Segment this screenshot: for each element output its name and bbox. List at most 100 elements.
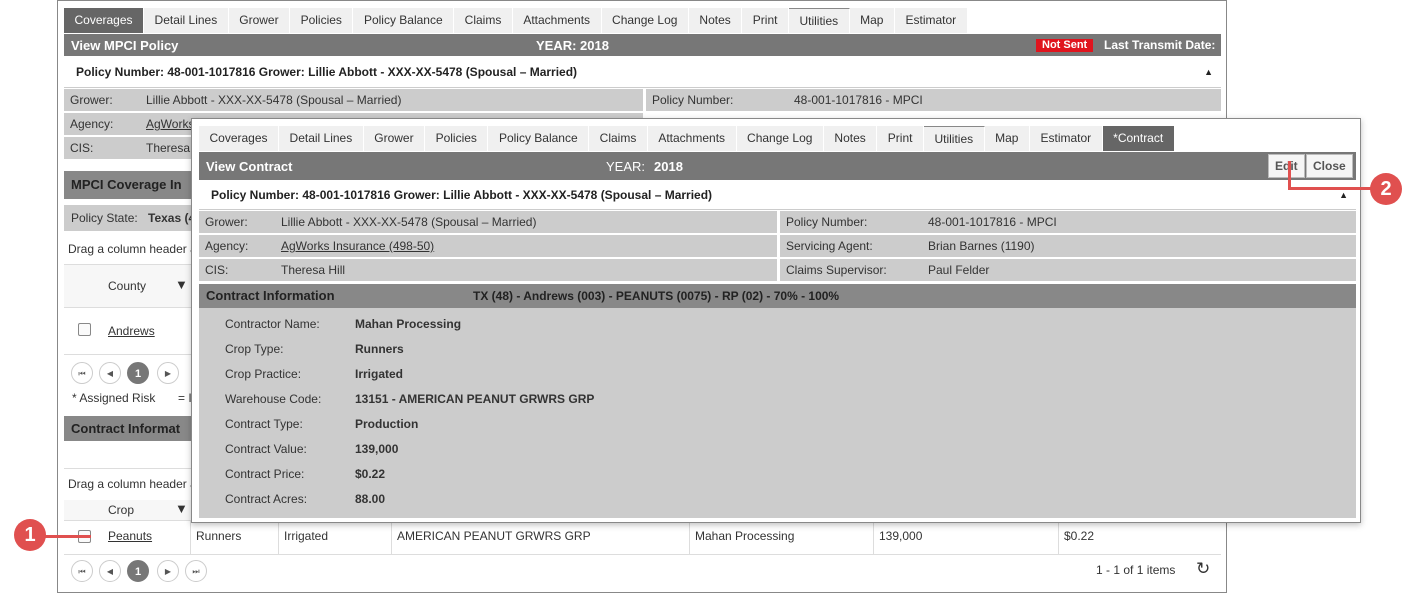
contract-field-label: Contractor Name: [225, 317, 320, 331]
back-tab-coverages[interactable]: Coverages [64, 8, 145, 33]
county-column-header[interactable]: County [108, 279, 146, 293]
back-tab-policies[interactable]: Policies [290, 8, 354, 33]
contract-page-title: View Contract [206, 159, 293, 174]
back-tab-map[interactable]: Map [849, 8, 895, 33]
contract-last-page-icon[interactable]: ⏭ [185, 560, 207, 582]
contract-field-label: Crop Type: [225, 342, 284, 356]
contractor-cell: Mahan Processing [695, 529, 795, 543]
front-tab-policy-balance[interactable]: Policy Balance [488, 126, 590, 151]
back-tab-grower[interactable]: Grower [228, 8, 291, 33]
contract-window: Coverages Detail Lines Grower Policies Polic… [191, 118, 1361, 523]
front-tab-grower[interactable]: Grower [363, 126, 426, 151]
row-checkbox[interactable] [78, 323, 91, 336]
front-tab-print[interactable]: Print [877, 126, 924, 151]
front-tab-estimator[interactable]: Estimator [1029, 126, 1103, 151]
front-tab-attachments[interactable]: Attachments [647, 126, 737, 151]
contract-year-value: 2018 [654, 159, 683, 174]
back-tab-utilities[interactable]: Utilities [788, 8, 850, 33]
contract-title-bar: View Contract YEAR: 2018 Edit Close [199, 152, 1356, 180]
front-tab-change-log[interactable]: Change Log [736, 126, 824, 151]
front-tab-coverages[interactable]: Coverages [199, 126, 280, 151]
grower-row: Grower: Lillie Abbott - XXX-XX-5478 (Spo… [64, 89, 643, 111]
warehouse-cell: AMERICAN PEANUT GRWRS GRP [397, 529, 591, 543]
back-tab-policy-balance[interactable]: Policy Balance [353, 8, 455, 33]
collapse-icon[interactable]: ▲ [1204, 57, 1213, 87]
callout-2-connector-vertical [1288, 161, 1291, 189]
close-button[interactable]: Close [1306, 154, 1353, 178]
contract-policy-number-label: Policy Number: [786, 215, 868, 229]
contract-info-summary: TX (48) - Andrews (003) - PEANUTS (0075)… [473, 289, 840, 303]
contract-cis-label: CIS: [205, 263, 229, 277]
status-badge: Not Sent [1036, 39, 1094, 52]
contract-price-cell: $0.22 [1064, 529, 1095, 543]
contract-field-value: 88.00 [355, 492, 386, 506]
policy-tab-bar: Coverages Detail Lines Grower Policies Polic… [64, 8, 968, 33]
front-tab-claims[interactable]: Claims [589, 126, 648, 151]
prev-page-icon[interactable]: ◀ [99, 362, 121, 384]
crop-column-header[interactable]: Crop [108, 503, 134, 517]
coverage-section-title: MPCI Coverage In [71, 177, 182, 192]
contract-agency-link[interactable]: AgWorks Insurance (498-50) [281, 235, 434, 257]
back-tab-notes[interactable]: Notes [688, 8, 743, 33]
contract-tab-bar: Coverages Detail Lines Grower Policies Polic… [199, 126, 1175, 151]
contract-next-page-icon[interactable]: ▶ [157, 560, 179, 582]
items-count: 1 - 1 of 1 items [1096, 563, 1176, 577]
crop-filter-icon[interactable]: ▼ [175, 501, 188, 516]
contract-year-label: YEAR: [606, 159, 646, 174]
callout-1-connector [45, 535, 91, 538]
front-tab-utilities[interactable]: Utilities [923, 126, 985, 151]
back-tab-change-log[interactable]: Change Log [601, 8, 689, 33]
front-tab-map[interactable]: Map [984, 126, 1030, 151]
next-page-icon[interactable]: ▶ [157, 362, 179, 384]
agency-link[interactable]: AgWorks [146, 113, 194, 135]
policy-summary-row: Policy Number: 48-001-1017816 Grower: Li… [64, 57, 1221, 88]
back-tab-print[interactable]: Print [742, 8, 789, 33]
back-tab-detail-lines[interactable]: Detail Lines [144, 8, 229, 33]
contract-first-page-icon[interactable]: ⏮ [71, 560, 93, 582]
contract-field-value: Production [355, 417, 419, 431]
contract-info-title: Contract Information [206, 288, 335, 303]
contract-field-label: Contract Type: [225, 417, 303, 431]
edit-button[interactable]: Edit [1268, 154, 1305, 178]
back-tab-claims[interactable]: Claims [454, 8, 513, 33]
grower-value: Lillie Abbott - XXX-XX-5478 (Spousal – M… [146, 93, 402, 107]
contract-info-body: Contractor Name: Mahan Processing Crop Typ… [199, 308, 1356, 518]
crop-link[interactable]: Peanuts [108, 520, 152, 553]
contract-value-cell: 139,000 [879, 529, 923, 543]
contract-section-title: Contract Informat [71, 421, 181, 436]
cis-label: CIS: [70, 141, 94, 155]
contract-page-1-button[interactable]: 1 [127, 560, 149, 582]
servicing-agent-row: Servicing Agent: Brian Barnes (1190) [780, 235, 1356, 257]
filter-icon[interactable]: ▼ [175, 277, 188, 292]
contract-policy-summary-text: Policy Number: 48-001-1017816 Grower: Li… [211, 188, 713, 202]
front-tab-notes[interactable]: Notes [823, 126, 878, 151]
contract-policy-summary-row: Policy Number: 48-001-1017816 Grower: Li… [199, 181, 1356, 210]
claims-supervisor-label: Claims Supervisor: [786, 263, 887, 277]
back-tab-attachments[interactable]: Attachments [512, 8, 602, 33]
contract-field-label: Contract Acres: [225, 492, 308, 506]
policy-number-label: Policy Number: [652, 93, 734, 107]
front-tab-detail-lines[interactable]: Detail Lines [279, 126, 364, 151]
back-tab-estimator[interactable]: Estimator [894, 8, 968, 33]
contract-grower-row: Grower: Lillie Abbott - XXX-XX-5478 (Spo… [199, 211, 777, 233]
contract-agency-row: Agency: AgWorks Insurance (498-50) [199, 235, 777, 257]
practice-cell: Irrigated [284, 529, 329, 543]
contract-agency-label: Agency: [205, 239, 249, 253]
contract-cis-value: Theresa Hill [281, 263, 346, 277]
policy-summary-text: Policy Number: 48-001-1017816 Grower: Li… [76, 65, 578, 79]
contract-collapse-icon[interactable]: ▲ [1339, 181, 1348, 209]
contract-grower-value: Lillie Abbott - XXX-XX-5478 (Spousal – M… [281, 215, 537, 229]
page-1-button[interactable]: 1 [127, 362, 149, 384]
contract-field-value: Mahan Processing [355, 317, 462, 331]
front-tab-contract[interactable]: *Contract [1102, 126, 1175, 151]
first-page-icon[interactable]: ⏮ [71, 362, 93, 384]
refresh-icon[interactable]: ↻ [1196, 559, 1210, 579]
contract-prev-page-icon[interactable]: ◀ [99, 560, 121, 582]
agency-label: Agency: [70, 117, 114, 131]
county-link[interactable]: Andrews [108, 324, 155, 338]
contract-info-header: Contract Information TX (48) - Andrews (… [199, 284, 1356, 308]
front-tab-policies[interactable]: Policies [425, 126, 489, 151]
year-label: YEAR: 2018 [536, 38, 609, 53]
contract-field-label: Warehouse Code: [225, 392, 322, 406]
policy-title-bar: View MPCI Policy YEAR: 2018 Not Sent Las… [64, 34, 1221, 56]
